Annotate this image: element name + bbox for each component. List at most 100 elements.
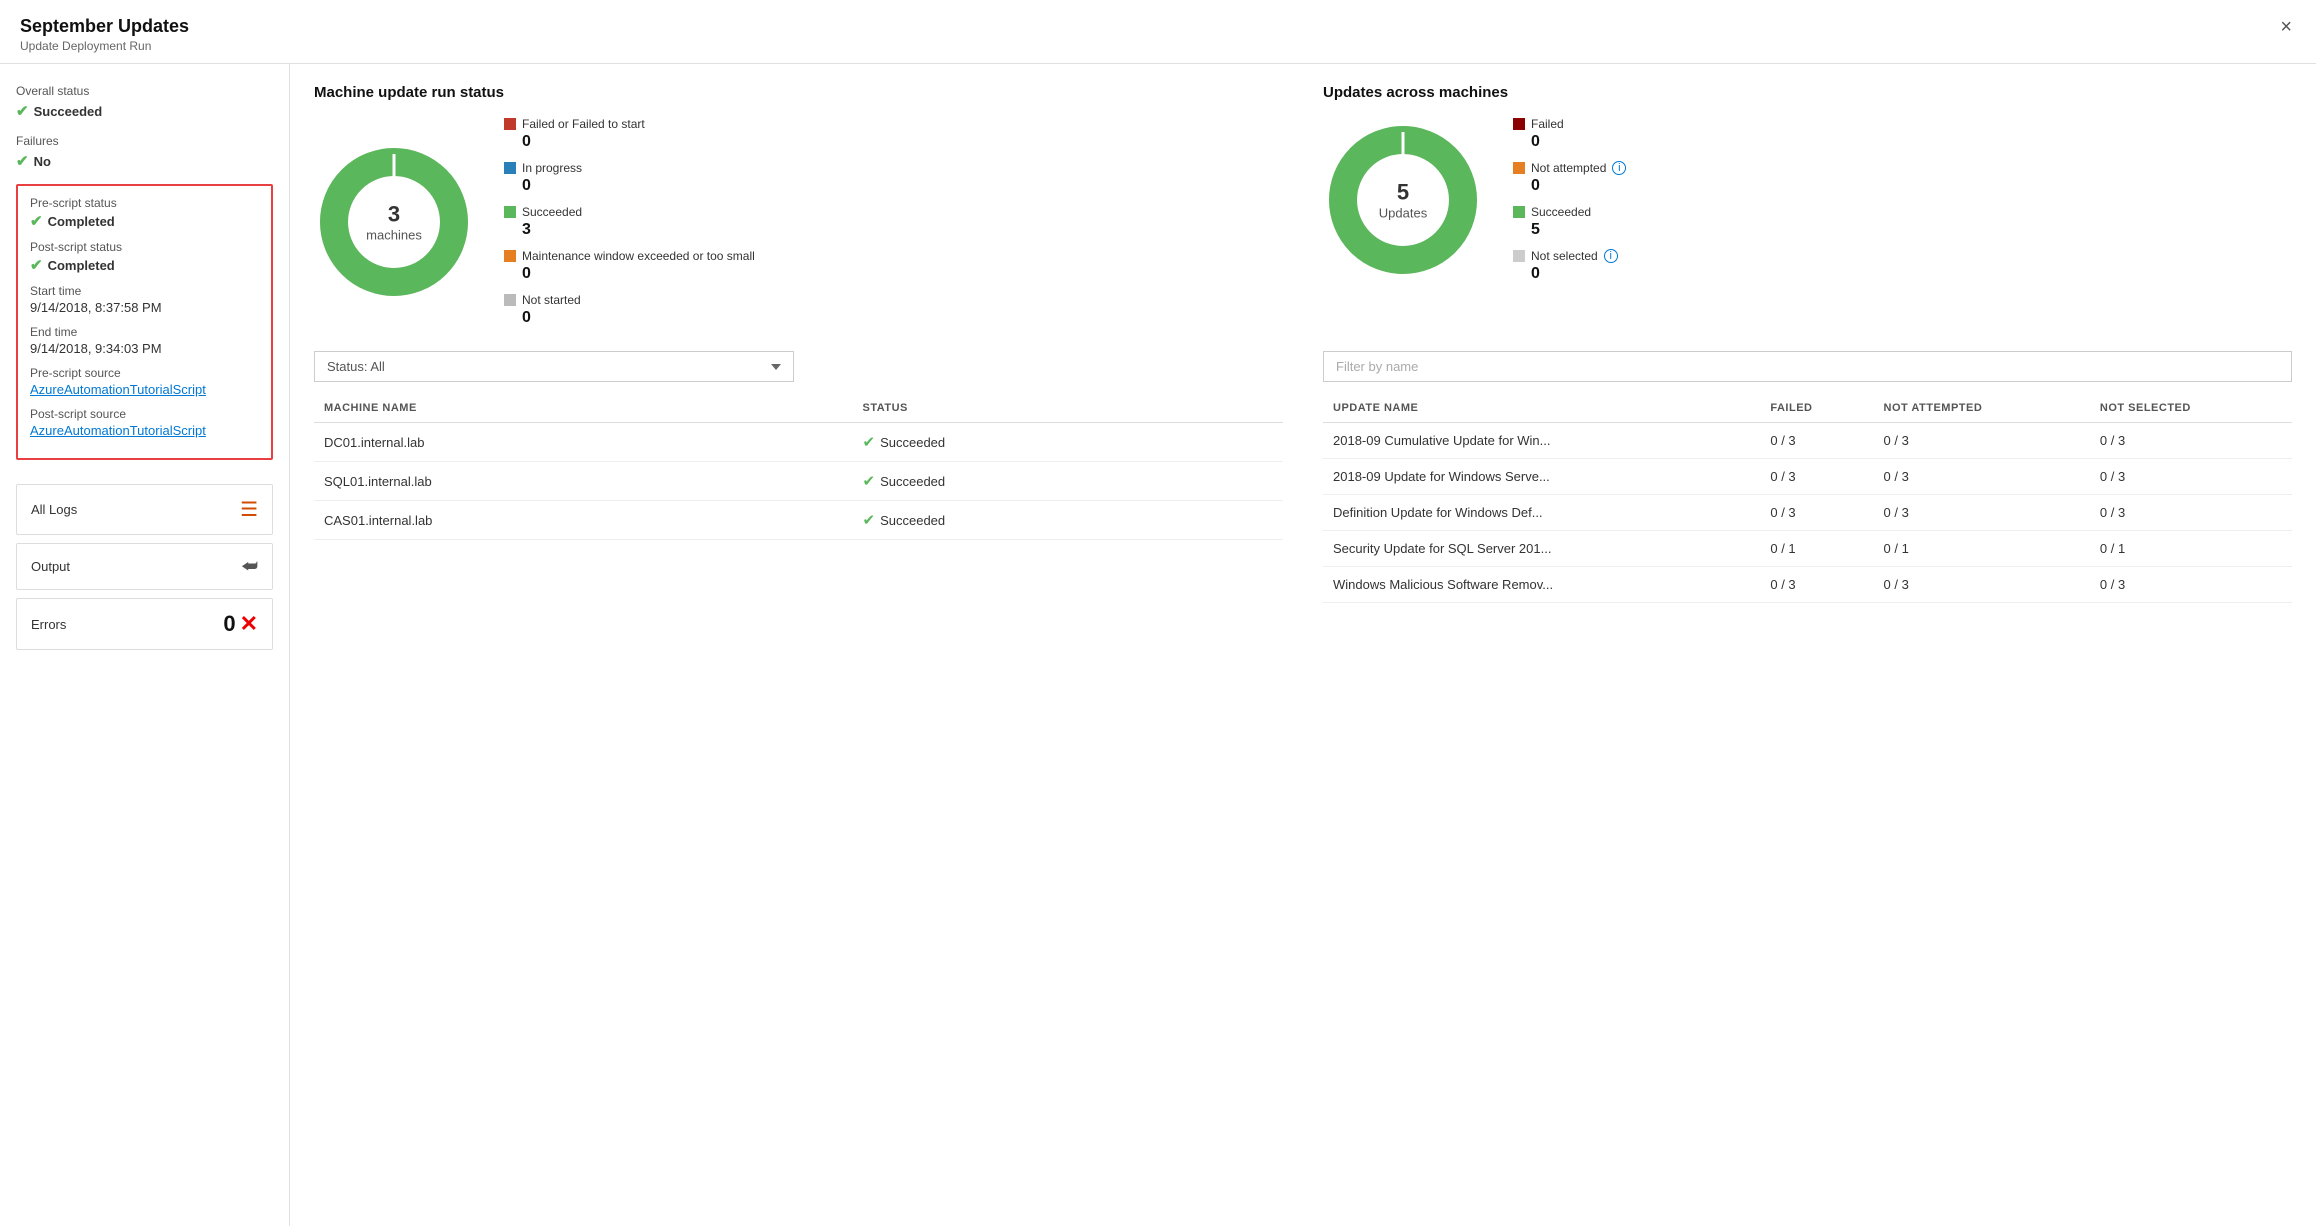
updates-table-section: UPDATE NAME FAILED NOT ATTEMPTED NOT SEL… [1323,351,2292,603]
updates-legend-color-notattempted [1513,162,1525,174]
table-row: Windows Malicious Software Remov... 0 / … [1323,567,2292,603]
update-failed-cell: 0 / 3 [1760,567,1873,603]
updates-panel: Updates across machines 5 Updates [1323,84,2292,327]
start-time-label: Start time [30,284,259,298]
updates-legend-name-notselected: Not selected [1531,249,1598,263]
legend-color-succeeded [504,206,516,218]
updates-legend: Failed 0 Not attempted i 0 [1513,117,1626,283]
update-not-attempted-cell: 0 / 3 [1874,495,2090,531]
legend-name-succeeded: Succeeded [522,205,582,219]
all-logs-icon: ☰ [240,497,258,522]
errors-card[interactable]: Errors 0 ✕ [16,598,273,650]
legend-in-progress: In progress 0 [504,161,755,195]
modal-title: September Updates [20,16,189,37]
machine-table: MACHINE NAME STATUS DC01.internal.lab ✔ … [314,394,1283,540]
failures-check-icon: ✔ [16,152,29,170]
updates-donut-wrap: 5 Updates [1323,120,1483,280]
update-not-attempted-cell: 0 / 3 [1874,423,2090,459]
legend-color-maintenance [504,250,516,262]
updates-legend-succeeded: Succeeded 5 [1513,205,1626,239]
legend-name-maintenance: Maintenance window exceeded or too small [522,249,755,263]
update-name-cell: Security Update for SQL Server 201... [1323,531,1760,567]
table-row: SQL01.internal.lab ✔ Succeeded [314,462,1283,501]
post-script-source-value[interactable]: AzureAutomationTutorialScript [30,423,259,438]
pre-check-icon: ✔ [30,212,43,230]
errors-count-group: 0 ✕ [223,611,258,637]
updates-filter-input[interactable] [1323,351,2292,382]
machine-status-cell: ✔ Succeeded [853,501,1283,540]
overall-status-check-icon: ✔ [16,102,29,120]
output-card[interactable]: Output ⮨ [16,543,273,590]
updates-legend-value-notattempted: 0 [1513,177,1626,195]
legend-color-failed [504,118,516,130]
start-time-section: Start time 9/14/2018, 8:37:58 PM [30,284,259,315]
machine-legend: Failed or Failed to start 0 In progress … [504,117,755,327]
status-check-icon: ✔ [863,511,876,529]
update-failed-cell: 0 / 3 [1760,495,1873,531]
errors-label: Errors [31,617,66,632]
update-not-selected-cell: 0 / 3 [2090,459,2292,495]
legend-value-inprogress: 0 [504,177,755,195]
modal-subtitle: Update Deployment Run [20,39,189,53]
post-script-status-value: ✔ Completed [30,256,259,274]
close-button[interactable]: × [2276,16,2296,39]
post-script-source-label: Post-script source [30,407,259,421]
updates-legend-not-attempted: Not attempted i 0 [1513,161,1626,195]
col-machine-name: MACHINE NAME [314,394,853,423]
errors-x-icon: ✕ [240,611,258,637]
failures-value: ✔ No [16,152,273,170]
legend-name-inprogress: In progress [522,161,582,175]
errors-count: 0 [223,611,235,637]
pre-script-status-label: Pre-script status [30,196,259,210]
overall-status-section: Overall status ✔ Succeeded [16,84,273,120]
failures-label: Failures [16,134,273,148]
post-check-icon: ✔ [30,256,43,274]
updates-legend-failed: Failed 0 [1513,117,1626,151]
not-selected-info-icon[interactable]: i [1604,249,1618,263]
legend-not-started: Not started 0 [504,293,755,327]
updates-donut-number: 5 [1379,180,1427,206]
machine-status-filter[interactable]: Status: All [314,351,794,382]
table-row: 2018-09 Update for Windows Serve... 0 / … [1323,459,2292,495]
all-logs-card[interactable]: All Logs ☰ [16,484,273,535]
legend-value-failed: 0 [504,133,755,151]
legend-failed-start: Failed or Failed to start 0 [504,117,755,151]
legend-maintenance: Maintenance window exceeded or too small… [504,249,755,283]
machine-donut-wrap: 3 machines [314,142,474,302]
machine-status-cell: ✔ Succeeded [853,462,1283,501]
end-time-value: 9/14/2018, 9:34:03 PM [30,341,259,356]
post-script-status-section: Post-script status ✔ Completed [30,240,259,274]
legend-value-succeeded: 3 [504,221,755,239]
col-update-name: UPDATE NAME [1323,394,1760,423]
machine-panel: Machine update run status 3 [314,84,1283,327]
update-not-attempted-cell: 0 / 3 [1874,459,2090,495]
post-script-status-label: Post-script status [30,240,259,254]
update-failed-cell: 0 / 3 [1760,423,1873,459]
pre-script-source-label: Pre-script source [30,366,259,380]
pre-script-status-value: ✔ Completed [30,212,259,230]
machine-donut-text: machines [366,228,422,243]
pre-script-status-section: Pre-script status ✔ Completed [30,196,259,230]
update-not-attempted-cell: 0 / 1 [1874,531,2090,567]
end-time-section: End time 9/14/2018, 9:34:03 PM [30,325,259,356]
update-not-selected-cell: 0 / 3 [2090,495,2292,531]
not-attempted-info-icon[interactable]: i [1612,161,1626,175]
update-failed-cell: 0 / 1 [1760,531,1873,567]
overall-status-value: ✔ Succeeded [16,102,273,120]
updates-legend-color-notselected [1513,250,1525,262]
updates-legend-color-failed [1513,118,1525,130]
legend-color-notstarted [504,294,516,306]
all-logs-label: All Logs [31,502,77,517]
update-name-cell: Definition Update for Windows Def... [1323,495,1760,531]
machine-status-cell: ✔ Succeeded [853,423,1283,462]
machine-name-cell: CAS01.internal.lab [314,501,853,540]
col-not-attempted: NOT ATTEMPTED [1874,394,2090,423]
pre-script-source-value[interactable]: AzureAutomationTutorialScript [30,382,259,397]
update-name-cell: 2018-09 Cumulative Update for Win... [1323,423,1760,459]
modal-header: September Updates Update Deployment Run … [0,0,2316,64]
col-not-selected: NOT SELECTED [2090,394,2292,423]
updates-legend-not-selected: Not selected i 0 [1513,249,1626,283]
machine-donut-number: 3 [366,202,422,228]
log-cards: All Logs ☰ Output ⮨ Errors 0 ✕ [16,484,273,650]
machine-table-section: Status: All MACHINE NAME STATUS DC01.int… [314,351,1283,603]
